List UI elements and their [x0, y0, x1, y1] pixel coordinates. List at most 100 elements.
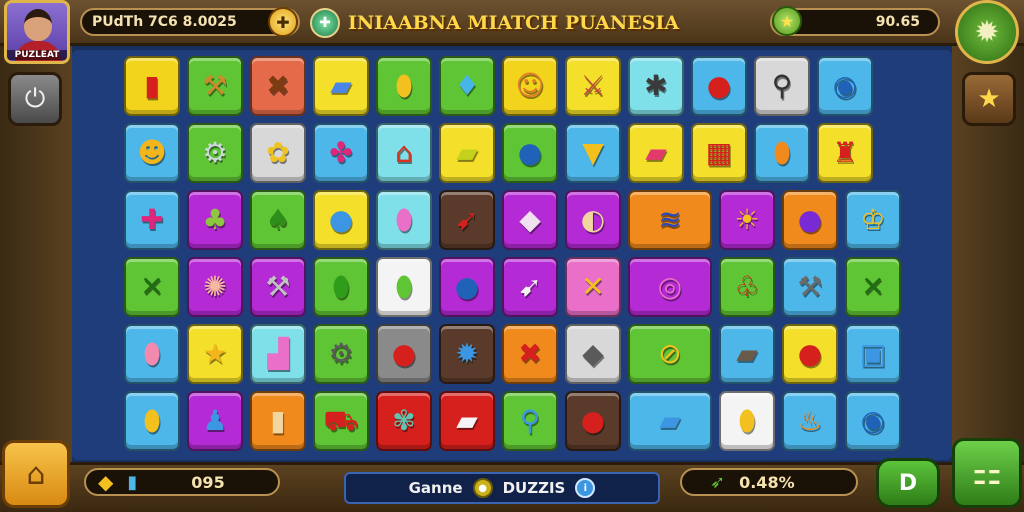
tile-blue-syringe[interactable]: ⚲ — [502, 391, 558, 451]
tile-yellow-leaf[interactable]: ⬮ — [124, 391, 180, 451]
tile-green-leaf[interactable]: ⬮ — [376, 257, 432, 317]
tile-blue-medal[interactable]: ◉ — [845, 391, 901, 451]
player-avatar[interactable]: PUZLEAT — [4, 0, 70, 64]
green-bug-icon: ♣ — [202, 203, 228, 236]
tile-crowned-face[interactable]: ♔ — [845, 190, 901, 250]
tile-orange-face[interactable]: ☺ — [502, 56, 558, 116]
blue-block-icon: ▰ — [659, 404, 681, 437]
tile-blue-bulb[interactable]: ● — [502, 123, 558, 183]
tile-hammer-tool[interactable]: ⚔ — [565, 56, 621, 116]
tile-blue-jar[interactable]: ▣ — [845, 324, 901, 384]
tile-fire-drop[interactable]: ♨ — [782, 391, 838, 451]
red-capsule-icon: ▮ — [144, 69, 160, 102]
tile-robot-head[interactable]: ⚙ — [187, 123, 243, 183]
favorite-button[interactable]: ★ — [962, 72, 1016, 126]
yellow-leaf-icon: ⬮ — [143, 404, 161, 437]
tile-green-cross[interactable]: ✕ — [124, 257, 180, 317]
tile-blue-gear[interactable]: ✹ — [439, 324, 495, 384]
tile-glass-cup[interactable]: ▮ — [250, 391, 306, 451]
tile-pink-pin[interactable]: ✚ — [124, 190, 180, 250]
tile-blue-orb[interactable]: ◉ — [817, 56, 873, 116]
home-button[interactable]: ⌂ — [2, 440, 70, 508]
settings-button[interactable]: ✹ — [955, 0, 1019, 64]
tile-red-capsule[interactable]: ▮ — [124, 56, 180, 116]
tile-blue-figure[interactable]: ♟ — [187, 391, 243, 451]
tile-crossed-sticks[interactable]: ✖ — [250, 56, 306, 116]
tile-hard-hat-face[interactable]: ☻ — [124, 123, 180, 183]
red-feather-icon: ➹ — [455, 203, 479, 236]
tile-striped-box[interactable]: ▦ — [691, 123, 747, 183]
tile-pink-capsule[interactable]: ▰ — [628, 123, 684, 183]
tile-gold-star[interactable]: ★ — [187, 324, 243, 384]
tile-plum[interactable]: ● — [782, 190, 838, 250]
tile-pickaxe[interactable]: ⚒ — [250, 257, 306, 317]
tile-candy[interactable]: ✿ — [250, 123, 306, 183]
tile-red-berry[interactable]: ● — [565, 391, 621, 451]
tile-gold-ring[interactable]: ⊘ — [628, 324, 712, 384]
tile-white-capsule[interactable]: ▰ — [439, 391, 495, 451]
tile-red-apple[interactable]: ● — [782, 324, 838, 384]
star-icon[interactable]: ★ — [772, 6, 802, 36]
mode-toggle-icon[interactable]: ● — [472, 478, 493, 498]
tile-pink-leaf[interactable]: ⬮ — [124, 324, 180, 384]
tile-red-camera[interactable]: ⌂ — [376, 123, 432, 183]
plus-coin-icon[interactable]: ✚ — [268, 7, 298, 37]
tile-pink-star[interactable]: ✤ — [313, 123, 369, 183]
tile-crystal[interactable]: ◆ — [502, 190, 558, 250]
tile-white-feather[interactable]: ➹ — [502, 257, 558, 317]
tile-palm-tree[interactable]: ♠ — [250, 190, 306, 250]
blue-orb-icon: ◉ — [832, 69, 858, 102]
tile-shell[interactable]: ◐ — [565, 190, 621, 250]
game-mode-bar[interactable]: Ganne ● DUZZIS i — [344, 472, 660, 504]
tile-hammer[interactable]: ⚒ — [187, 56, 243, 116]
tile-green-drop[interactable]: ⬮ — [313, 257, 369, 317]
tile-blue-potion[interactable]: ● — [439, 257, 495, 317]
power-icon: ⏻ — [24, 83, 46, 114]
tile-red-leaf[interactable]: ♧ — [719, 257, 775, 317]
tile-red-orb[interactable]: ● — [376, 324, 432, 384]
tile-green-swords[interactable]: ✕ — [845, 257, 901, 317]
tile-grey-gem[interactable]: ◆ — [565, 324, 621, 384]
tile-green-bug[interactable]: ♣ — [187, 190, 243, 250]
tile-teal-plant[interactable]: ✾ — [376, 391, 432, 451]
tile-peach-puff[interactable]: ✺ — [187, 257, 243, 317]
tile-microphone[interactable]: ⚲ — [754, 56, 810, 116]
robot-head-icon: ⚙ — [202, 136, 228, 169]
green-leaf-icon: ⬮ — [395, 270, 413, 303]
tile-orange-drop[interactable]: ⬮ — [754, 123, 810, 183]
tile-blue-bell[interactable]: ♦ — [439, 56, 495, 116]
tile-pink-tool[interactable]: ▟ — [250, 324, 306, 384]
tile-red-feather[interactable]: ➹ — [439, 190, 495, 250]
menu-button[interactable]: ⚏ — [952, 438, 1022, 508]
info-icon[interactable]: i — [575, 478, 596, 498]
tile-spider[interactable]: ✱ — [628, 56, 684, 116]
tile-sun-face[interactable]: ☀ — [719, 190, 775, 250]
power-button[interactable]: ⏻ — [8, 72, 62, 126]
tile-red-ball[interactable]: ● — [691, 56, 747, 116]
tile-blue-block[interactable]: ▰ — [628, 391, 712, 451]
tile-gold-leaf[interactable]: ⬮ — [719, 391, 775, 451]
home-icon: ⌂ — [26, 456, 46, 492]
red-totem-icon: ♜ — [832, 136, 858, 169]
tile-red-cart[interactable]: ⛟ — [313, 391, 369, 451]
sun-face-icon: ☀ — [734, 203, 760, 236]
tile-yellow-drop[interactable]: ⬮ — [376, 56, 432, 116]
tile-yellow-bar[interactable]: ▰ — [439, 123, 495, 183]
pink-tool-icon: ▟ — [267, 337, 289, 370]
mode-right-label: DUZZIS — [502, 479, 566, 497]
play-button[interactable]: D — [876, 458, 940, 508]
tile-blue-ball[interactable]: ● — [313, 190, 369, 250]
pink-swirl-icon: ◎ — [657, 270, 683, 303]
tile-yellow-funnel[interactable]: ▼ — [565, 123, 621, 183]
tile-blue-berries[interactable]: ≋ — [628, 190, 712, 250]
tile-red-totem[interactable]: ♜ — [817, 123, 873, 183]
blue-potion-icon: ● — [454, 270, 480, 303]
tile-log[interactable]: ▰ — [719, 324, 775, 384]
tile-gold-cross[interactable]: ✕ — [565, 257, 621, 317]
tile-pink-gem[interactable]: ⬮ — [376, 190, 432, 250]
tile-red-x[interactable]: ✖ — [502, 324, 558, 384]
tile-pink-swirl[interactable]: ◎ — [628, 257, 712, 317]
tile-gun-tool[interactable]: ⚒ — [782, 257, 838, 317]
tile-gear-bot[interactable]: ⚙ — [313, 324, 369, 384]
tile-blue-bar[interactable]: ▰ — [313, 56, 369, 116]
